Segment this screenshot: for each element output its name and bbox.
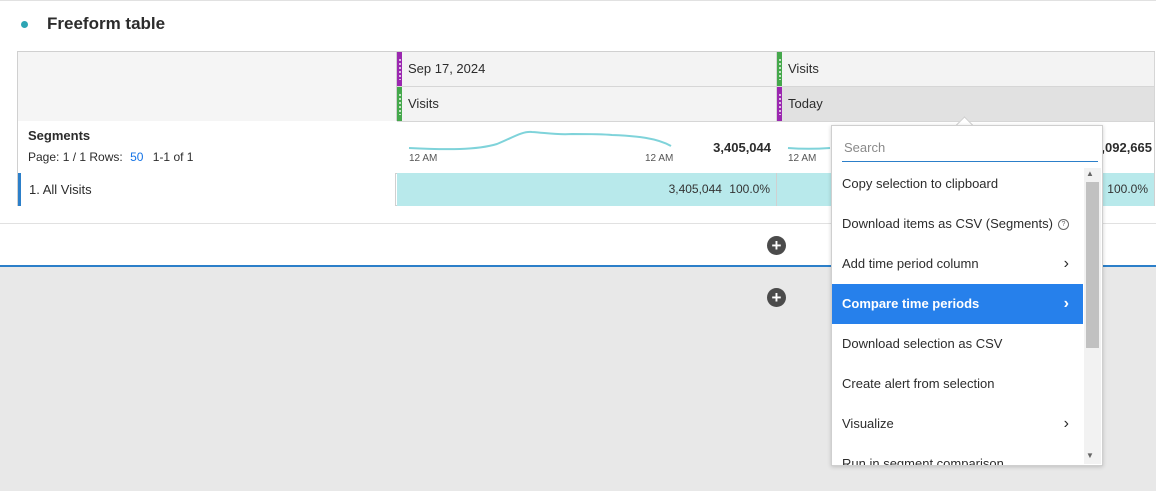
panel-status-dot (21, 21, 28, 28)
menu-item-compare-time-periods[interactable]: Compare time periods › (832, 284, 1083, 324)
chevron-right-icon: › (1063, 255, 1069, 272)
table-cell-value[interactable]: 3,405,044 100.0% (397, 173, 777, 206)
plus-circle-icon[interactable]: + (767, 236, 786, 255)
sparkline-tick-start: 12 AM (409, 153, 438, 164)
plus-circle-icon[interactable]: + (767, 288, 786, 307)
menu-scrollbar-thumb[interactable] (1086, 182, 1099, 348)
menu-item-create-alert[interactable]: Create alert from selection (832, 364, 1083, 404)
column-header-metric[interactable]: Visits (397, 87, 777, 122)
sparkline-tick-end: 12 AM (645, 153, 674, 164)
sparkline-tick-start: 12 AM (788, 153, 817, 164)
menu-item-add-time-period-column[interactable]: Add time period column › (832, 244, 1083, 284)
menu-item-download-selection-csv[interactable]: Download selection as CSV (832, 324, 1083, 364)
pagination: Page: 1 / 1 Rows: 50 1-1 of 1 (28, 150, 194, 164)
table-header-corner (18, 52, 397, 121)
menu-item-download-items-csv[interactable]: Download items as CSV (Segments)? (832, 204, 1083, 244)
drag-handle[interactable] (777, 87, 782, 121)
drag-handle[interactable] (397, 87, 402, 121)
scroll-down-arrow-icon[interactable]: ▼ (1086, 451, 1094, 460)
column-header-date[interactable]: Sep 17, 2024 (397, 52, 777, 87)
drag-handle[interactable] (397, 52, 402, 86)
menu-item-run-segment-comparison[interactable]: Run in segment comparison (832, 444, 1083, 465)
row-label[interactable]: 1. All Visits (18, 173, 396, 206)
menu-item-copy-selection[interactable]: Copy selection to clipboard (832, 164, 1083, 204)
scroll-up-arrow-icon[interactable]: ▲ (1086, 169, 1094, 178)
sparkline-chart (408, 130, 672, 151)
drag-handle[interactable] (777, 52, 782, 86)
column-header-date-selected[interactable]: Today (777, 87, 1155, 122)
dimension-label: Segments (28, 128, 91, 143)
panel-title[interactable]: Freeform table (47, 14, 165, 34)
sparkline-chart (787, 147, 831, 150)
menu-item-visualize[interactable]: Visualize › (832, 404, 1083, 444)
chevron-right-icon: › (1063, 415, 1069, 432)
column-total: ,092,665 (1101, 140, 1152, 155)
chevron-right-icon: › (1063, 295, 1069, 312)
info-icon[interactable]: ? (1057, 219, 1069, 231)
column-header-metric[interactable]: Visits (777, 52, 1155, 87)
column-total: 3,405,044 (713, 140, 771, 155)
context-menu: Copy selection to clipboard Download ite… (831, 125, 1103, 466)
menu-search-input[interactable] (842, 134, 1098, 162)
rows-per-page-select[interactable]: 50 (130, 150, 143, 164)
